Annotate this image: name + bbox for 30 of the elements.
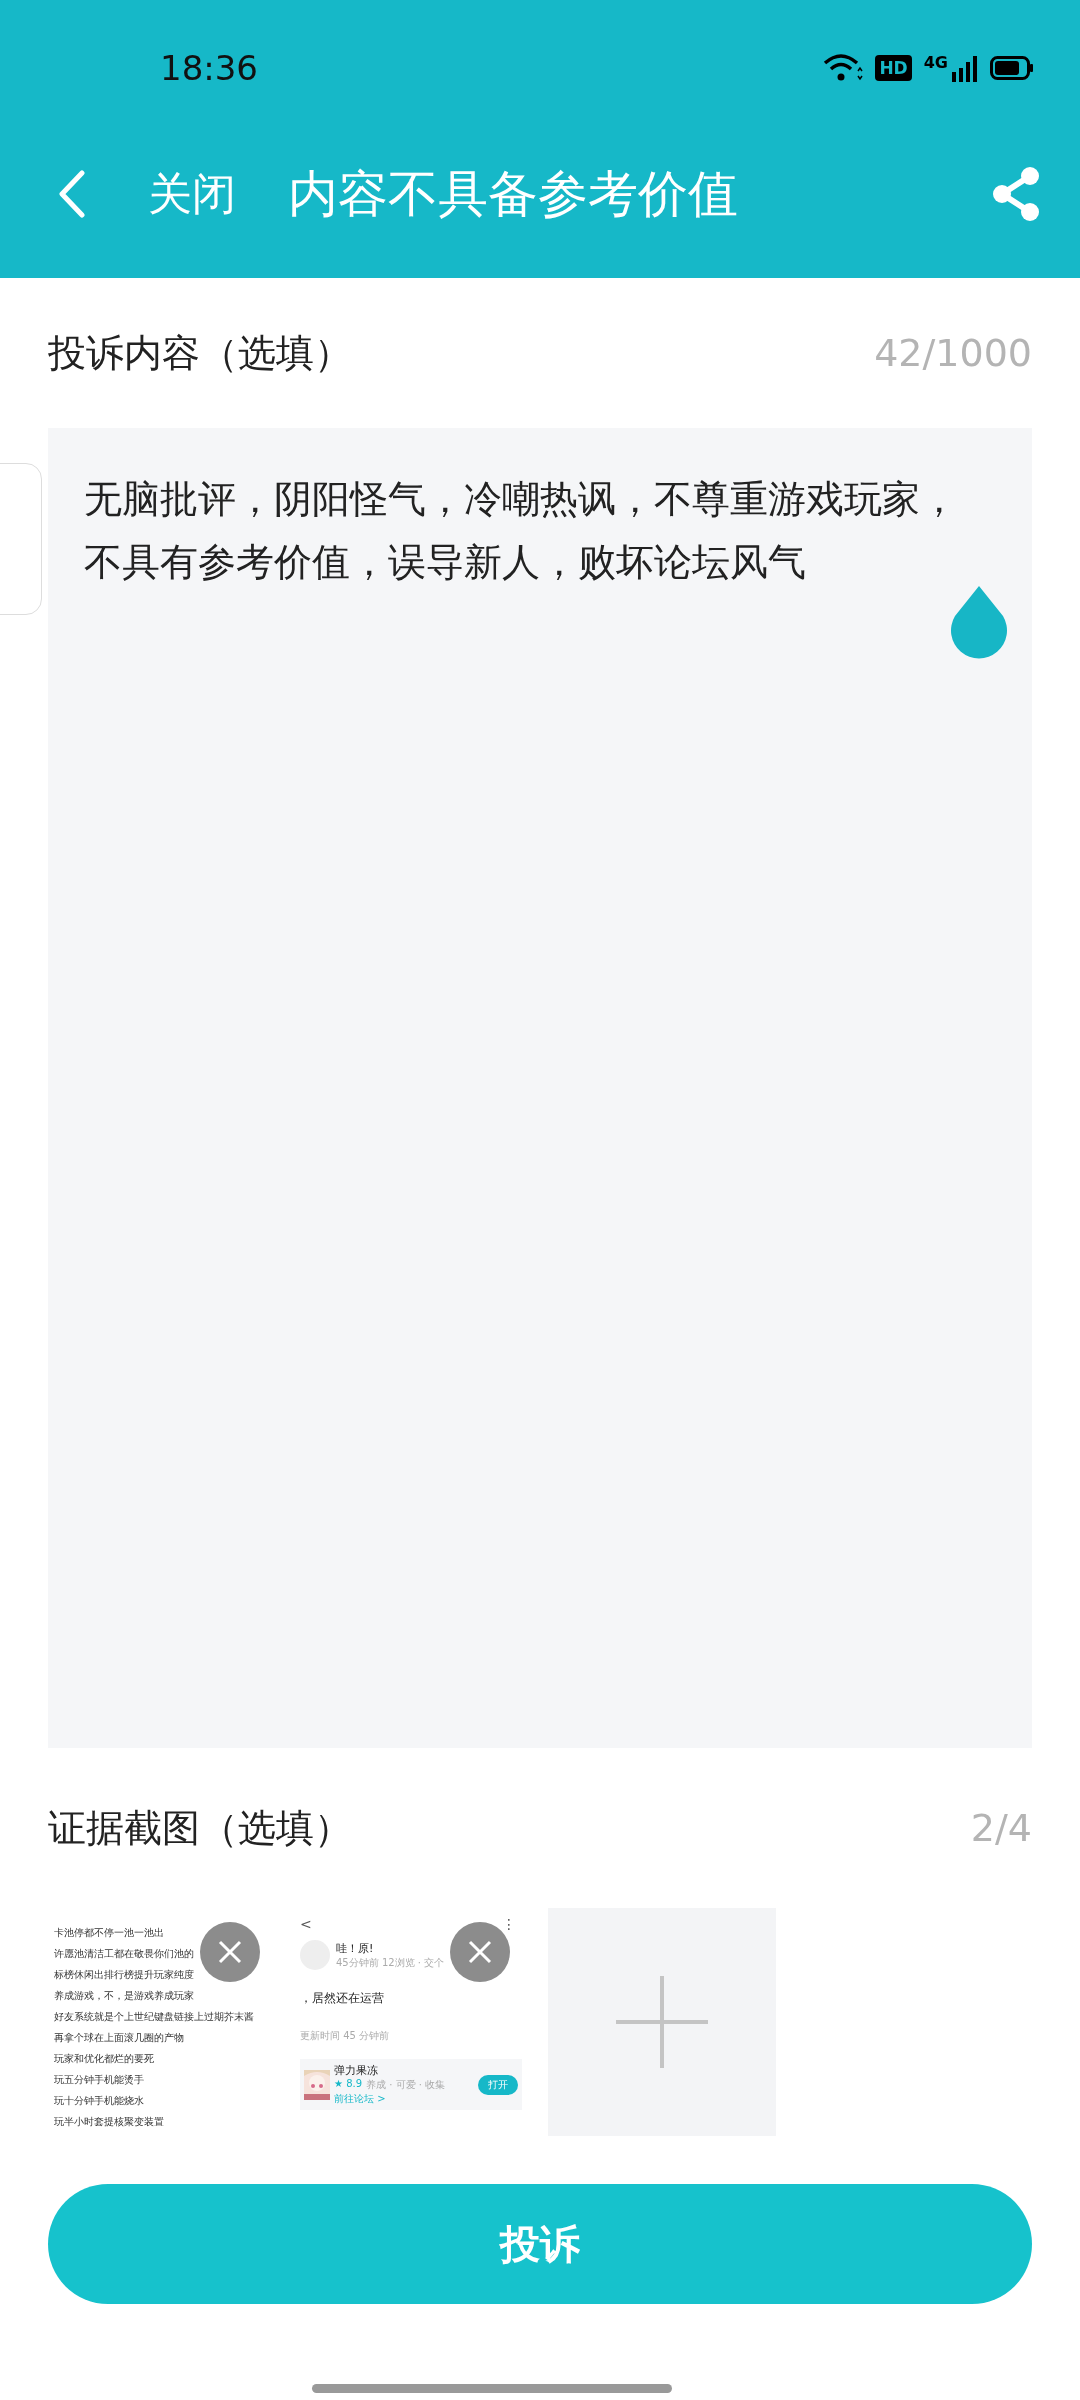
character-counter: 42/1000 bbox=[874, 331, 1032, 375]
forum-link: 前往论坛 > bbox=[334, 2092, 387, 2106]
hd-badge: HD bbox=[875, 55, 912, 81]
screenshot-text: 再拿个球在上面滚几圈的产物 bbox=[53, 2031, 185, 2045]
app-tags: 养成 · 可爱 · 收集 bbox=[366, 2078, 446, 2092]
image-counter: 2/4 bbox=[970, 1806, 1032, 1850]
open-button: 打开 bbox=[478, 2074, 518, 2095]
complaint-label: 投诉内容（选填） bbox=[48, 329, 352, 377]
app-rating: ★ 8.9 bbox=[334, 2078, 363, 2091]
status-time: 18:36 bbox=[160, 48, 258, 88]
screenshot-text: 玩半小时套提核聚变装置 bbox=[53, 2115, 165, 2129]
screenshot-text: 好友系统就是个上世纪键盘链接上过期芥末酱 bbox=[53, 2010, 255, 2024]
screenshot-text: 卡池停都不停一池一池出 bbox=[53, 1926, 165, 1940]
post-text: ，居然还在运营 bbox=[300, 1990, 385, 2007]
complaint-input[interactable]: 无脑批评，阴阳怪气，冷嘲热讽，不尊重游戏玩家，不具有参考价值，误导新人，败坏论坛风气 bbox=[48, 428, 1032, 1748]
user-name: 哇！原! bbox=[336, 1940, 375, 1956]
screenshot-text: 许愿池清洁工都在敬畏你们池的 bbox=[53, 1947, 195, 1961]
screenshot-text: 标榜休闲出排行榜提升玩家纯度 bbox=[53, 1968, 195, 1982]
screenshot-text: 玩十分钟手机能烧水 bbox=[53, 2094, 145, 2108]
back-text: < bbox=[300, 1916, 312, 1932]
screenshot-text: 玩家和优化都烂的要死 bbox=[53, 2052, 155, 2066]
more-text: ⋮ bbox=[502, 1916, 516, 1932]
screenshot-text: 养成游戏，不，是游戏养成玩家 bbox=[53, 1989, 195, 2003]
screenshot-text: 玩五分钟手机能烫手 bbox=[53, 2073, 145, 2087]
app-name: 弹力果冻 bbox=[334, 2063, 379, 2078]
page-title: 内容不具备参考价值 bbox=[288, 163, 739, 225]
evidence-label: 证据截图（选填） bbox=[48, 1804, 352, 1852]
update-time: 更新时间 45 分钟前 bbox=[300, 2029, 391, 2043]
network-label: 4G bbox=[923, 53, 948, 72]
post-meta: 45分钟前 12浏览 · 交个 bbox=[336, 1955, 446, 1970]
